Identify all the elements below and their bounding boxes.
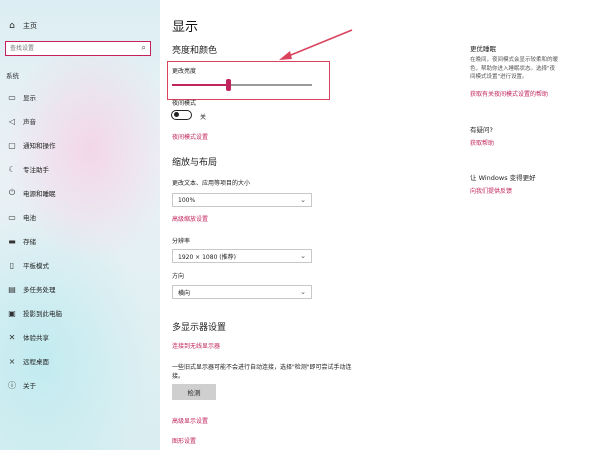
sidebar-item-label: 专注助手 — [23, 166, 49, 174]
sleep-title: 更优睡眠 — [470, 45, 496, 53]
improve-title: 让 Windows 变得更好 — [470, 174, 536, 182]
wireless-display-link[interactable]: 连接到无线显示器 — [172, 341, 220, 350]
sidebar-item-display[interactable]: ▭ 显示 — [0, 85, 160, 109]
sidebar-item-label: 通知和操作 — [23, 142, 56, 150]
orientation-select[interactable]: 横向 ⌄ — [172, 285, 312, 299]
detect-note-line1: 一些旧式显示器可能不会进行自动连接，选择"检测"即可尝试手动连 — [172, 364, 352, 371]
search-box[interactable]: ⌕ — [5, 41, 151, 56]
sidebar-item-shared[interactable]: ✕ 体验共享 — [0, 325, 160, 349]
night-light-toggle[interactable] — [171, 110, 192, 120]
sidebar-item-storage[interactable]: ▬ 存储 — [0, 229, 160, 253]
sidebar-item-sound[interactable]: ◁ 声音 — [0, 109, 160, 133]
sidebar-item-tablet[interactable]: ▯ 平板模式 — [0, 253, 160, 277]
resolution-select-value: 1920 × 1080 (推荐) — [178, 253, 236, 261]
arrow-head — [279, 51, 292, 60]
detect-note-line2: 接。 — [172, 373, 185, 380]
sidebar-item-label: 存储 — [23, 238, 36, 246]
share-icon: ✕ — [8, 332, 16, 342]
moon-icon: ☾ — [8, 164, 16, 174]
night-light-state: 关 — [200, 114, 207, 121]
sidebar-item-multitasking[interactable]: ▤ 多任务处理 — [0, 277, 160, 301]
tablet-icon: ▯ — [9, 260, 15, 270]
page-title: 显示 — [172, 20, 199, 35]
sidebar-item-label: 远程桌面 — [23, 358, 49, 366]
chevron-down-icon: ⌄ — [300, 288, 306, 296]
sidebar-item-label: 声音 — [23, 118, 36, 126]
scale-section-heading: 缩放与布局 — [172, 158, 218, 168]
brightness-slider[interactable] — [172, 79, 312, 91]
sleep-text-line3: 间模式设置"进行设置。 — [470, 74, 528, 80]
sidebar-item-label: 多任务处理 — [23, 286, 56, 294]
night-light-help-link[interactable]: 获取有关夜间模式设置的帮助 — [470, 89, 548, 98]
home-icon: ⌂ — [9, 21, 15, 31]
scale-select[interactable]: 100% ⌄ — [172, 193, 312, 207]
search-input[interactable] — [6, 44, 130, 53]
home-label: 主页 — [23, 22, 37, 30]
graphics-settings-link[interactable]: 图形设置 — [172, 436, 196, 445]
brightness-section-heading: 亮度和颜色 — [172, 46, 218, 56]
brightness-slider-fill — [172, 84, 228, 86]
sidebar-item-projecting[interactable]: ▣ 投影到此电脑 — [0, 301, 160, 325]
home-nav-item[interactable]: ⌂ 主页 — [0, 18, 37, 34]
sidebar-item-power[interactable]: ⏻ 电源和睡眠 — [0, 181, 160, 205]
sidebar-item-about[interactable]: ⓘ 关于 — [0, 373, 160, 397]
battery-icon: ▭ — [8, 212, 16, 222]
sidebar-item-battery[interactable]: ▭ 电池 — [0, 205, 160, 229]
sleep-text-line2: 色，帮助你进入睡眠状态。选择"夜 — [470, 65, 556, 72]
scale-select-value: 100% — [178, 196, 196, 204]
sidebar-item-label: 投影到此电脑 — [23, 310, 62, 318]
sidebar-item-label: 电源和睡眠 — [23, 190, 56, 198]
multi-display-heading: 多显示器设置 — [172, 323, 227, 333]
night-light-settings-link[interactable]: 夜间模式设置 — [172, 132, 208, 141]
project-icon: ▣ — [8, 308, 16, 318]
advanced-scaling-link[interactable]: 高级缩放设置 — [172, 214, 208, 223]
brightness-slider-thumb[interactable] — [226, 79, 231, 91]
detect-button[interactable]: 检测 — [172, 384, 216, 400]
scale-label: 更改文本、应用等项目的大小 — [172, 180, 251, 187]
chevron-down-icon: ⌄ — [300, 196, 306, 204]
remote-icon: ⨯ — [8, 356, 16, 366]
notification-icon: ▢ — [8, 140, 16, 150]
sidebar-item-label: 体验共享 — [23, 334, 49, 342]
sidebar-item-label: 电池 — [23, 214, 36, 222]
orientation-label: 方向 — [172, 273, 185, 280]
power-icon: ⏻ — [8, 188, 16, 197]
sidebar: ⌂ 主页 ⌕ 系统 ▭ 显示 ◁ 声音 ▢ 通知和操作 ☾ 专注助手 ⏻ 电源和睡眠 ▭ 电… — [0, 0, 160, 450]
sidebar-item-focus-assist[interactable]: ☾ 专注助手 — [0, 157, 160, 181]
arrow-line — [285, 29, 353, 58]
sidebar-item-remote-desktop[interactable]: ⨯ 远程桌面 — [0, 349, 160, 373]
chevron-down-icon: ⌄ — [300, 252, 306, 260]
sidebar-item-label: 显示 — [23, 94, 36, 102]
question-title: 有疑问? — [470, 126, 493, 134]
info-icon: ⓘ — [8, 380, 16, 390]
resolution-label: 分辨率 — [172, 238, 191, 245]
nav-list: ▭ 显示 ◁ 声音 ▢ 通知和操作 ☾ 专注助手 ⏻ 电源和睡眠 ▭ 电池 ▬ 存储 ▯ 平板模… — [0, 85, 160, 397]
orientation-select-value: 横向 — [178, 289, 191, 297]
advanced-display-link[interactable]: 高级显示设置 — [172, 416, 208, 425]
sidebar-item-notifications[interactable]: ▢ 通知和操作 — [0, 133, 160, 157]
sidebar-item-label: 平板模式 — [23, 262, 49, 270]
monitor-icon: ▭ — [8, 92, 16, 102]
storage-icon: ▬ — [8, 236, 16, 246]
sleep-text-line1: 在晚间，夜间模式会显示较柔和的暖 — [470, 57, 559, 63]
speaker-icon: ◁ — [8, 116, 16, 126]
search-icon[interactable]: ⌕ — [142, 43, 146, 53]
brightness-label: 更改亮度 — [172, 68, 197, 75]
get-help-link[interactable]: 获取帮助 — [470, 138, 494, 147]
toggle-knob — [174, 112, 179, 118]
resolution-select[interactable]: 1920 × 1080 (推荐) ⌄ — [172, 249, 312, 263]
night-light-label: 夜间模式 — [172, 100, 197, 107]
multitask-icon: ▤ — [8, 284, 16, 294]
section-label-system: 系统 — [6, 72, 19, 80]
feedback-link[interactable]: 向我们提供反馈 — [470, 186, 512, 195]
sidebar-item-label: 关于 — [23, 382, 36, 390]
